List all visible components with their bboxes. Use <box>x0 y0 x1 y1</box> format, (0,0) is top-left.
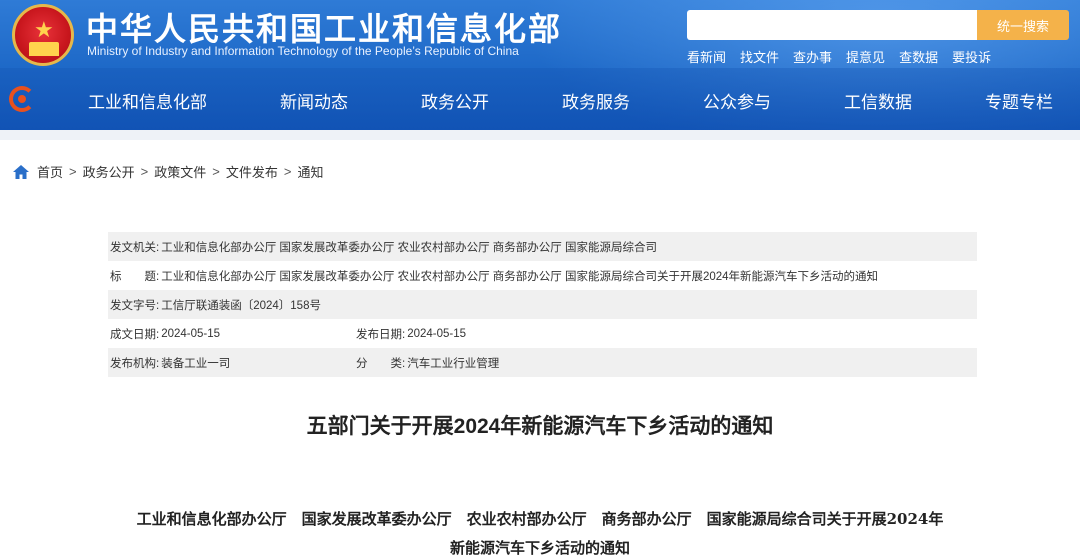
breadcrumb-separator: > <box>212 164 220 179</box>
doc-number-label: 发文字号: <box>110 299 160 312</box>
category-label: 分 类: <box>356 357 406 370</box>
nav-item-participation[interactable]: 公众参与 <box>703 88 771 113</box>
home-icon[interactable] <box>13 164 29 179</box>
created-date-value: 2024-05-15 <box>161 327 221 340</box>
quick-link-feedback[interactable]: 提意见 <box>846 47 885 66</box>
site-subtitle: Ministry of Industry and Information Tec… <box>87 44 519 58</box>
search-input[interactable] <box>687 10 977 40</box>
breadcrumb-separator: > <box>283 164 292 179</box>
doc-number-value: 工信厅联通装函〔2024〕158号 <box>161 299 321 312</box>
breadcrumb-separator: > <box>140 164 149 179</box>
org-value: 装备工业一司 <box>161 357 231 370</box>
issuer-value: 工业和信息化部办公厅 国家发展改革委办公厅 农业农村部办公厅 商务部办公厅 国家… <box>161 241 657 254</box>
nav-item-services[interactable]: 政务服务 <box>562 88 630 113</box>
info-row-doc-number: 发文字号: 工信厅联通装函〔2024〕158号 <box>108 290 977 319</box>
created-date-label: 成文日期: <box>110 328 160 341</box>
published-date-value: 2024-05-15 <box>407 327 467 340</box>
breadcrumb: 首页 > 政务公开 > 政策文件 > 文件发布 > 通知 <box>13 162 323 181</box>
article-subtitle-line-1: 工业和信息化部办公厅 国家发展改革委办公厅 农业农村部办公厅 商务部办公厅 国家… <box>136 510 944 528</box>
search-button[interactable]: 统一搜索 <box>977 10 1069 40</box>
breadcrumb-file-release[interactable]: 文件发布 <box>226 162 278 181</box>
breadcrumb-notice[interactable]: 通知 <box>297 162 323 181</box>
nav-item-ministry[interactable]: 工业和信息化部 <box>88 88 207 113</box>
category-value: 汽车工业行业管理 <box>407 357 500 370</box>
info-row-dates: 成文日期: 2024-05-15 发布日期: 2024-05-15 <box>108 319 977 348</box>
quick-link-news[interactable]: 看新闻 <box>687 47 726 66</box>
info-row-org: 发布机构: 装备工业一司 分 类: 汽车工业行业管理 <box>108 348 977 377</box>
breadcrumb-policy-documents[interactable]: 政策文件 <box>154 162 206 181</box>
nav-item-government-affairs[interactable]: 政务公开 <box>421 88 489 113</box>
breadcrumb-home[interactable]: 首页 <box>37 162 63 181</box>
quick-link-services[interactable]: 查办事 <box>793 47 832 66</box>
nav-item-topics[interactable]: 专题专栏 <box>985 88 1053 113</box>
breadcrumb-government-affairs[interactable]: 政务公开 <box>83 162 135 181</box>
quick-link-data[interactable]: 查数据 <box>899 47 938 66</box>
quick-link-complaint[interactable]: 要投诉 <box>952 47 991 66</box>
issuer-label: 发文机关: <box>110 241 160 254</box>
breadcrumb-separator: > <box>69 164 77 179</box>
article-title: 五部门关于开展2024年新能源汽车下乡活动的通知 <box>306 415 774 438</box>
quick-link-files[interactable]: 找文件 <box>740 47 779 66</box>
quick-links: 看新闻 找文件 查办事 提意见 查数据 要投诉 <box>687 47 991 66</box>
org-label: 发布机构: <box>110 357 160 370</box>
site-header: ★ 中华人民共和国工业和信息化部 Ministry of Industry an… <box>0 0 1080 130</box>
title-value: 工业和信息化部办公厅 国家发展改革委办公厅 农业农村部办公厅 商务部办公厅 国家… <box>161 270 879 283</box>
ministry-logo-icon[interactable] <box>9 86 35 112</box>
national-emblem-icon[interactable]: ★ <box>12 4 74 66</box>
title-label: 标 题: <box>110 270 160 283</box>
article-subtitle: 工业和信息化部办公厅 国家发展改革委办公厅 农业农村部办公厅 商务部办公厅 国家… <box>100 505 980 557</box>
nav-item-data[interactable]: 工信数据 <box>844 88 912 113</box>
published-date-label: 发布日期: <box>356 328 406 341</box>
article-subtitle-line-2: 新能源汽车下乡活动的通知 <box>449 539 630 557</box>
info-row-title: 标 题: 工业和信息化部办公厅 国家发展改革委办公厅 农业农村部办公厅 商务部办… <box>108 261 977 290</box>
document-info-table: 发文机关: 工业和信息化部办公厅 国家发展改革委办公厅 农业农村部办公厅 商务部… <box>108 232 977 377</box>
info-row-issuer: 发文机关: 工业和信息化部办公厅 国家发展改革委办公厅 农业农村部办公厅 商务部… <box>108 232 977 261</box>
header-divider <box>0 130 1080 140</box>
nav-item-news[interactable]: 新闻动态 <box>280 88 348 113</box>
